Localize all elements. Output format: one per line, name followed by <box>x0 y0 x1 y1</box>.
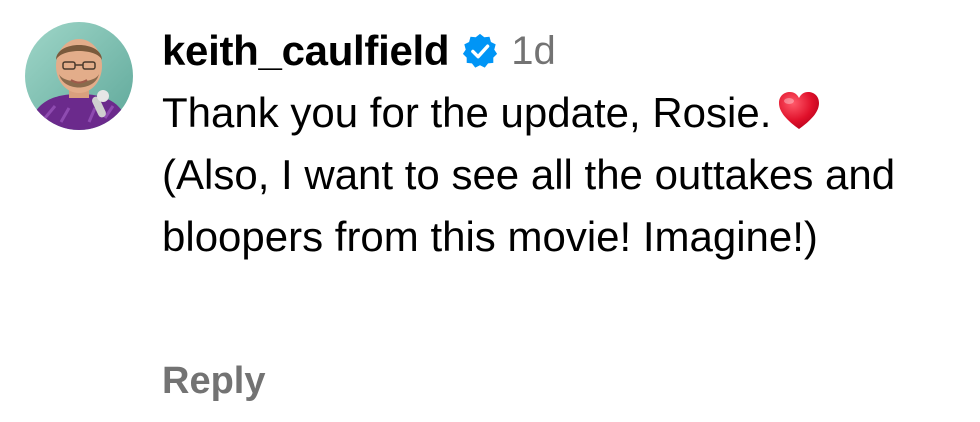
comment-content: keith_caulfield 1d Thank you for the upd… <box>162 22 962 268</box>
avatar-image <box>25 22 133 130</box>
verified-badge-icon <box>461 32 499 70</box>
avatar[interactable] <box>25 22 133 130</box>
comment-text-line1: Thank you for the update, Rosie. <box>162 89 772 136</box>
reply-button[interactable]: Reply <box>162 360 265 403</box>
comment-text: Thank you for the update, Rosie. (Also, … <box>162 82 942 268</box>
comment-text-rest: (Also, I want to see all the outtakes an… <box>162 151 896 260</box>
comment: keith_caulfield 1d Thank you for the upd… <box>0 0 980 422</box>
comment-header: keith_caulfield 1d <box>162 22 962 80</box>
username-link[interactable]: keith_caulfield <box>162 27 450 75</box>
red-heart-icon <box>777 91 821 131</box>
comment-timestamp[interactable]: 1d <box>511 29 556 74</box>
